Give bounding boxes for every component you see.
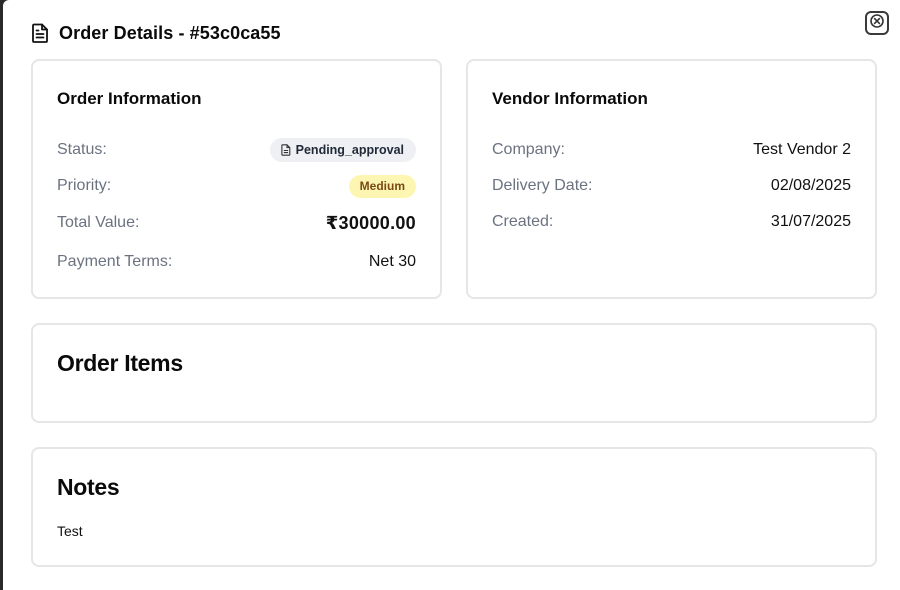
close-icon	[870, 13, 884, 33]
total-value-row: Total Value: ₹30000.00	[57, 211, 416, 235]
priority-badge: Medium	[348, 174, 416, 198]
notes-title: Notes	[57, 474, 120, 500]
order-details-modal: Order Details - #53c0ca55 Order Informat…	[3, 0, 900, 590]
payment-terms-label: Payment Terms:	[57, 253, 173, 270]
modal-title: Order Details - #53c0ca55	[59, 22, 281, 43]
status-row: Status: Pending_approval	[57, 138, 416, 162]
order-items-card: Order Items	[31, 323, 877, 423]
vendor-information-card: Vendor Information Company: Test Vendor …	[466, 59, 877, 299]
status-badge: Pending_approval	[269, 138, 416, 162]
created-value: 31/07/2025	[770, 213, 851, 230]
company-row: Company: Test Vendor 2	[492, 138, 851, 162]
company-value: Test Vendor 2	[753, 141, 851, 158]
payment-terms-row: Payment Terms: Net 30	[57, 250, 416, 274]
vendor-information-title: Vendor Information	[492, 89, 648, 108]
delivery-date-row: Delivery Date: 02/08/2025	[492, 174, 851, 198]
created-label: Created:	[492, 213, 554, 230]
total-value: ₹30000.00	[325, 212, 416, 233]
status-value: Pending_approval	[295, 143, 404, 157]
total-value-label: Total Value:	[57, 214, 140, 231]
order-items-title: Order Items	[57, 350, 183, 376]
notes-text: Test	[57, 523, 83, 539]
status-label: Status:	[57, 141, 107, 158]
close-button[interactable]	[865, 11, 889, 35]
modal-header: Order Details - #53c0ca55	[31, 20, 281, 46]
company-label: Company:	[492, 141, 565, 158]
order-information-title: Order Information	[57, 89, 202, 108]
created-row: Created: 31/07/2025	[492, 210, 851, 234]
payment-terms-value: Net 30	[368, 253, 416, 270]
document-icon	[31, 23, 49, 43]
delivery-date-value: 02/08/2025	[770, 177, 851, 194]
priority-label: Priority:	[57, 177, 112, 194]
order-information-card: Order Information Status: Pending_approv…	[31, 59, 442, 299]
priority-row: Priority: Medium	[57, 174, 416, 198]
notes-card: Notes Test	[31, 447, 877, 567]
delivery-date-label: Delivery Date:	[492, 177, 593, 194]
document-icon	[280, 144, 291, 156]
